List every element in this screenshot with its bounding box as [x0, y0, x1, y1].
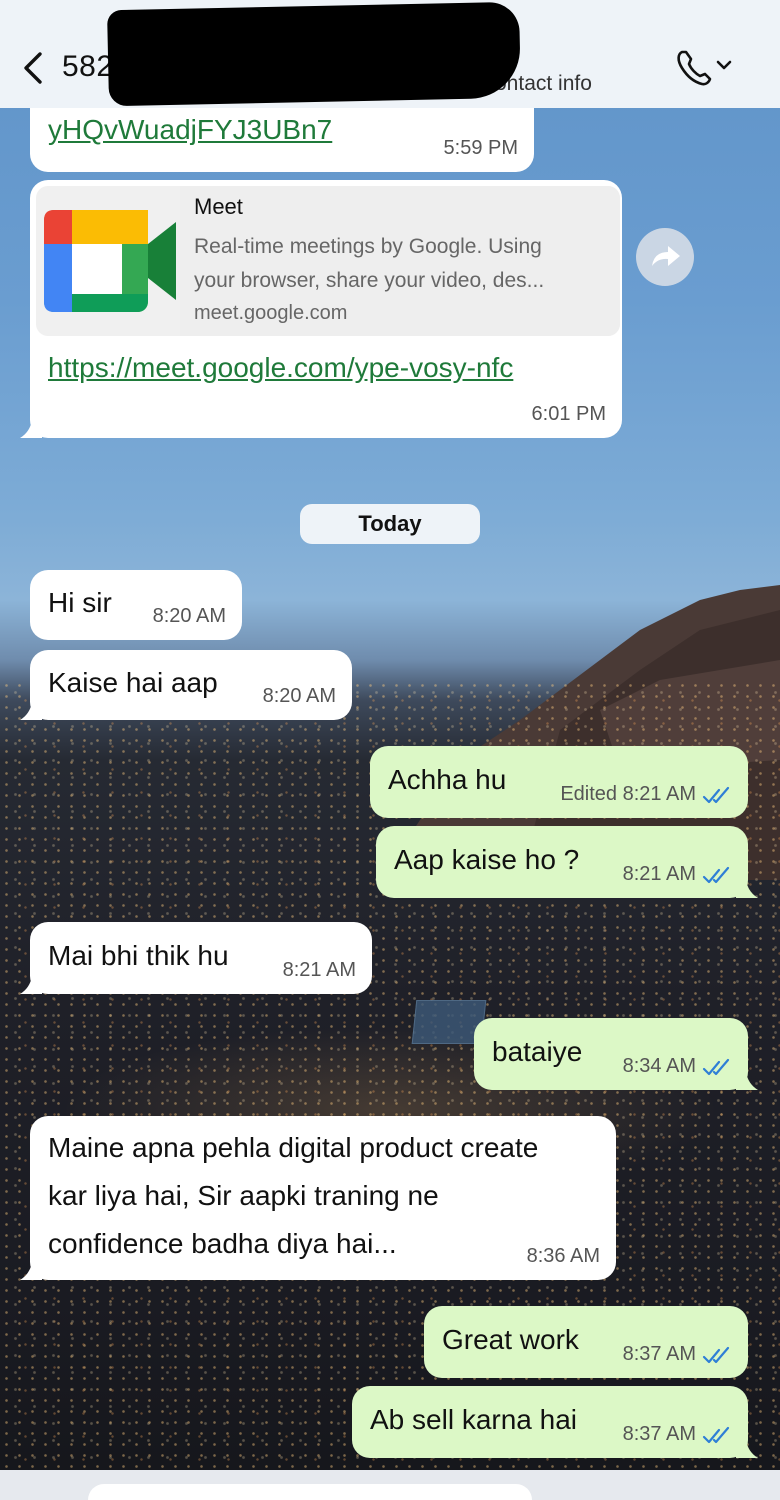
bubble-tail [20, 1262, 42, 1280]
redaction-mark [107, 1, 521, 107]
message-bubble-outgoing[interactable]: Ab sell karna hai 8:37 AM [352, 1386, 758, 1458]
message-time: 8:37 AM [622, 1343, 696, 1365]
message-bubble-incoming[interactable]: Mai bhi thik hu 8:21 AM [20, 922, 372, 994]
message-bubble-outgoing[interactable]: Achha hu Edited 8:21 AM [370, 746, 748, 818]
message-text: Great work [442, 1324, 579, 1355]
message-time: 8:21 AM [622, 863, 696, 885]
bubble-tail [20, 976, 42, 994]
forward-arrow-icon[interactable] [636, 228, 694, 286]
bubble-tail [736, 1072, 758, 1090]
double-check-icon [702, 866, 730, 884]
preview-description-line: your browser, share your video, des... [194, 269, 545, 292]
message-text: Ab sell karna hai [370, 1404, 578, 1435]
preview-domain: meet.google.com [194, 302, 348, 324]
preview-description-line: Real-time meetings by Google. Using [194, 235, 542, 258]
date-separator: Today [300, 504, 480, 544]
bubble-tail [20, 420, 42, 438]
bubble-tail [736, 880, 758, 898]
message-bubble-outgoing[interactable]: Great work 8:37 AM [424, 1306, 748, 1378]
message-time: 8:21 AM [282, 959, 356, 981]
message-bubble-incoming[interactable]: Kaise hai aap 8:20 AM [20, 650, 352, 720]
message-time: 5:59 PM [443, 137, 518, 159]
contact-name[interactable]: 582 [62, 50, 114, 84]
bubble-tail [736, 1440, 758, 1458]
message-text: bataiye [492, 1036, 583, 1067]
message-bubble-outgoing[interactable]: bataiye 8:34 AM [474, 1018, 758, 1090]
message-input-bar [0, 1470, 780, 1500]
message-input[interactable] [88, 1484, 532, 1500]
message-text: Aap kaise ho ? [394, 844, 580, 875]
message-time: 8:36 AM [526, 1245, 600, 1267]
message-text: Mai bhi thik hu [48, 940, 229, 971]
bubble-tail [20, 702, 42, 720]
message-link[interactable]: yHQvWuadjFYJ3UBn7 [48, 114, 332, 146]
message-text: Hi sir [48, 587, 112, 618]
chevron-left-icon[interactable] [20, 50, 48, 86]
message-text: Achha hu [388, 764, 507, 795]
message-bubble-incoming[interactable]: yHQvWuadjFYJ3UBn7 5:59 PM [30, 104, 534, 172]
message-time: 8:20 AM [152, 605, 226, 627]
message-text-line: kar liya hai, Sir aapki traning ne [48, 1180, 439, 1211]
message-time: 8:37 AM [622, 1423, 696, 1445]
google-meet-logo [44, 210, 176, 312]
message-bubble-outgoing[interactable]: Aap kaise ho ? 8:21 AM [376, 826, 758, 898]
double-check-icon [702, 1426, 730, 1444]
double-check-icon [702, 1346, 730, 1364]
phone-icon[interactable] [672, 44, 742, 88]
message-bubble-incoming[interactable]: Meet Real-time meetings by Google. Using… [20, 180, 622, 438]
message-link[interactable]: https://meet.google.com/ype-vosy-nfc [48, 352, 513, 384]
message-time: 8:34 AM [622, 1055, 696, 1077]
link-preview-card[interactable]: Meet Real-time meetings by Google. Using… [36, 186, 620, 336]
message-time: 8:20 AM [262, 685, 336, 707]
message-text: Kaise hai aap [48, 667, 218, 698]
preview-title: Meet [194, 194, 243, 219]
message-time: Edited 8:21 AM [560, 783, 696, 805]
double-check-icon [702, 1058, 730, 1076]
message-bubble-incoming[interactable]: Hi sir 8:20 AM [30, 570, 242, 640]
message-text-line: Maine apna pehla digital product create [48, 1132, 539, 1163]
message-text-line: confidence badha diya hai... [48, 1228, 397, 1259]
message-time: 6:01 PM [531, 403, 606, 425]
message-bubble-incoming[interactable]: Maine apna pehla digital product create … [20, 1116, 616, 1280]
double-check-icon [702, 786, 730, 804]
